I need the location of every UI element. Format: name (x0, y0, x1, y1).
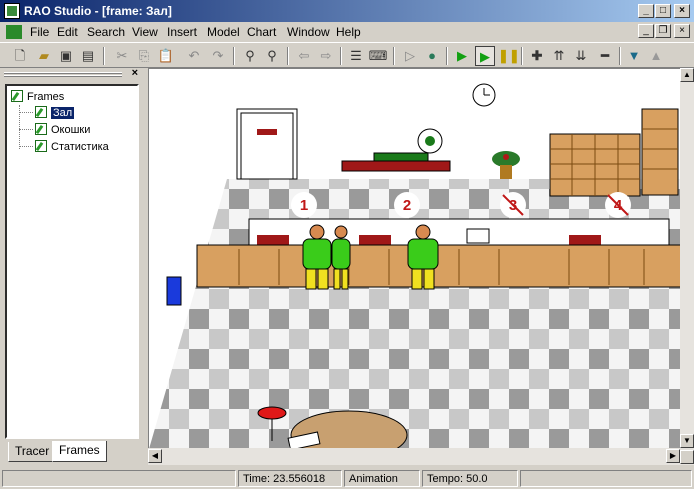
app-icon (4, 3, 20, 19)
menu-file[interactable]: File (30, 25, 49, 39)
separator (287, 47, 289, 65)
menu-bar: File Edit Search View Insert Model Chart… (0, 22, 694, 42)
trash-bin (166, 276, 182, 306)
find-replace-icon[interactable]: ⚲ (262, 46, 282, 66)
forward-icon[interactable]: ⇨ (316, 46, 336, 66)
menu-search[interactable]: Search (87, 25, 125, 39)
scale-table (341, 160, 451, 172)
separator (619, 47, 621, 65)
menu-window[interactable]: Window (287, 25, 330, 39)
tree-item-windows[interactable]: Окошки (35, 123, 90, 136)
counter-number-2: 2 (403, 197, 411, 214)
doc-icon (6, 25, 22, 39)
pane-header: × (4, 67, 140, 80)
vertical-scrollbar[interactable]: ▲ ▼ (680, 68, 694, 465)
hall-scene: 1 2 3 4 (149, 83, 680, 448)
tab-frames[interactable]: Frames (52, 441, 107, 462)
paste-icon[interactable]: 📋 (156, 46, 176, 66)
separator (521, 47, 523, 65)
save-icon[interactable]: ▣ (56, 46, 76, 66)
save-all-icon[interactable]: ▤ (78, 46, 98, 66)
cut-icon[interactable]: ✂ (112, 46, 132, 66)
status-tempo: Tempo: 50.0 (422, 470, 518, 487)
scroll-right-icon[interactable]: ▶ (666, 449, 680, 463)
toolbar: 🗋 ▰ ▣ ▤ ✂ ⎘ 📋 ↶ ↷ ⚲ ⚲ ⇦ ⇨ ☰ ⌨ ▷ ● ▶ ▶ ❚❚… (0, 42, 694, 68)
status-cell (520, 470, 692, 487)
find-icon[interactable]: ⚲ (240, 46, 260, 66)
menu-model[interactable]: Model (207, 25, 240, 39)
separator (446, 47, 448, 65)
frame-icon (35, 106, 47, 118)
tree-root[interactable]: Frames (11, 90, 64, 103)
menu-chart[interactable]: Chart (247, 25, 276, 39)
tree-item-label: Окошки (51, 124, 91, 136)
separator (340, 47, 342, 65)
speed-min-icon[interactable]: ⇊ (571, 46, 591, 66)
frame-icon (11, 90, 23, 102)
speed-down-icon[interactable]: ━ (595, 46, 615, 66)
prev-frame-icon[interactable]: ▲ (646, 46, 666, 66)
separator (393, 47, 395, 65)
animation-run-icon[interactable]: ▶ (475, 46, 495, 66)
mdi-close-button[interactable]: × (674, 24, 690, 38)
build-icon[interactable]: ▷ (400, 46, 420, 66)
menu-help[interactable]: Help (336, 25, 361, 39)
scroll-up-icon[interactable]: ▲ (680, 68, 694, 82)
frame-icon (35, 140, 47, 152)
maximize-button[interactable]: □ (655, 4, 671, 18)
mdi-restore-button[interactable]: ❐ (655, 24, 671, 38)
status-cell (2, 470, 236, 487)
window-title: RAO Studio - [frame: Зал] (24, 4, 172, 18)
open-folder-icon[interactable]: ▰ (34, 46, 54, 66)
pane-close-icon[interactable]: × (132, 67, 138, 79)
status-bar: Time: 23.556018 Animation Tempo: 50.0 (0, 468, 694, 489)
run-icon[interactable]: ▶ (452, 46, 472, 66)
mdi-minimize-button[interactable]: _ (638, 24, 654, 38)
redo-icon[interactable]: ↷ (208, 46, 228, 66)
next-frame-icon[interactable]: ▼ (624, 46, 644, 66)
speed-max-icon[interactable]: ⇈ (549, 46, 569, 66)
animation-frame[interactable]: 1 2 3 4 (148, 68, 680, 448)
frame-icon (35, 123, 47, 135)
close-button[interactable]: × (674, 4, 690, 18)
keyboard-icon[interactable]: ⌨ (368, 46, 388, 66)
scroll-down-icon[interactable]: ▼ (680, 434, 694, 448)
tree-item-label: Зал (51, 107, 75, 119)
tree-root-label: Frames (27, 91, 65, 103)
horizontal-scrollbar[interactable]: ◀ ▶ (148, 448, 680, 465)
stool (257, 406, 287, 420)
tab-tracer[interactable]: Tracer (8, 442, 57, 462)
status-mode: Animation (344, 470, 420, 487)
scroll-left-icon[interactable]: ◀ (148, 449, 162, 463)
cabinet-right (641, 108, 679, 196)
minimize-button[interactable]: _ (638, 4, 654, 18)
scroll-corner (680, 450, 694, 464)
menu-edit[interactable]: Edit (57, 25, 78, 39)
new-file-icon[interactable]: 🗋 (10, 46, 30, 66)
back-icon[interactable]: ⇦ (294, 46, 314, 66)
speed-up-icon[interactable]: ✚ (527, 46, 547, 66)
undo-icon[interactable]: ↶ (184, 46, 204, 66)
tree-item-hall[interactable]: Зал (35, 106, 75, 119)
list-icon[interactable]: ☰ (346, 46, 366, 66)
record-icon[interactable]: ● (422, 46, 442, 66)
counter-number-1: 1 (300, 197, 308, 214)
tree-item-label: Статистика (51, 141, 109, 153)
separator (103, 47, 105, 65)
menu-insert[interactable]: Insert (167, 25, 197, 39)
title-bar: RAO Studio - [frame: Зал] _ □ × (0, 0, 694, 22)
menu-view[interactable]: View (132, 25, 158, 39)
separator (233, 47, 235, 65)
tree-item-statistics[interactable]: Статистика (35, 140, 109, 153)
pause-icon[interactable]: ❚❚ (498, 46, 520, 66)
status-time: Time: 23.556018 (238, 470, 342, 487)
copy-icon[interactable]: ⎘ (134, 46, 154, 66)
frames-tree: Frames Зал Окошки Статистика (5, 84, 139, 439)
